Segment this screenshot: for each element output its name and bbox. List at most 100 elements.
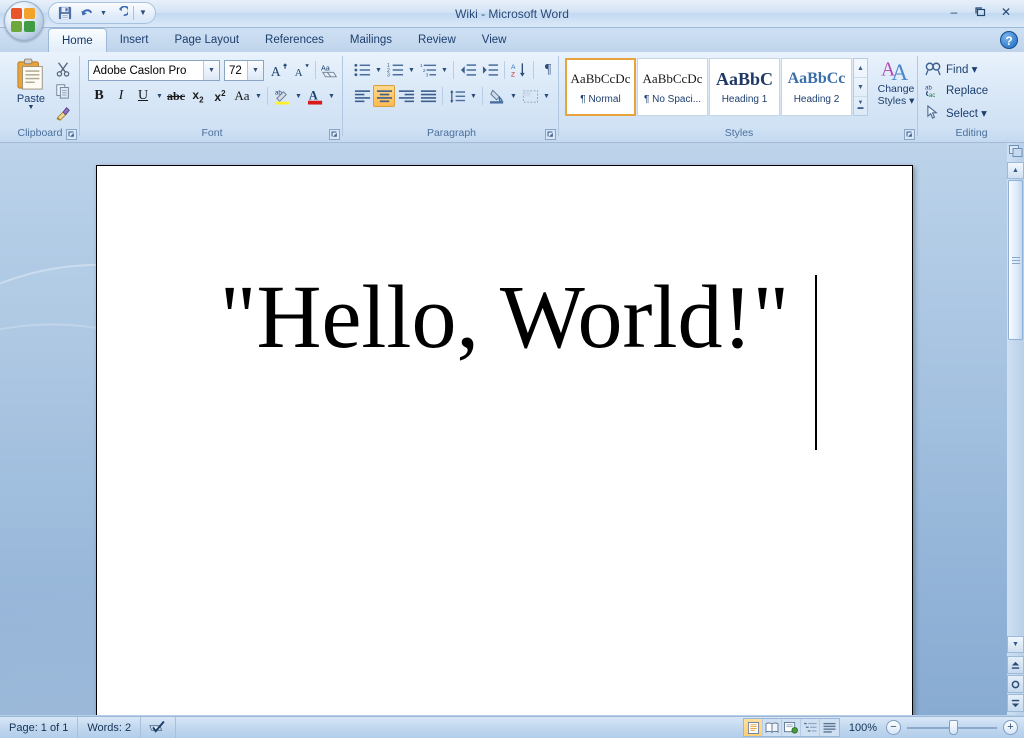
tab-page-layout[interactable]: Page Layout bbox=[161, 28, 252, 52]
multilevel-dropdown-icon[interactable]: ▼ bbox=[439, 59, 450, 81]
paragraph-dialog-launcher[interactable] bbox=[545, 129, 556, 140]
subscript-icon[interactable]: x2 bbox=[187, 85, 209, 107]
decrease-indent-icon[interactable] bbox=[457, 59, 479, 81]
previous-page-button[interactable] bbox=[1007, 656, 1024, 674]
font-color-dropdown-icon[interactable]: ▼ bbox=[326, 85, 337, 107]
numbering-dropdown-icon[interactable]: ▼ bbox=[406, 59, 417, 81]
help-button[interactable]: ? bbox=[1000, 31, 1018, 49]
grow-font-icon[interactable]: A bbox=[268, 59, 290, 81]
vertical-scrollbar[interactable]: ▲ ▼ bbox=[1007, 143, 1024, 715]
tab-review[interactable]: Review bbox=[405, 28, 469, 52]
document-text[interactable]: "Hello, World!" bbox=[97, 271, 912, 366]
zoom-slider-thumb[interactable] bbox=[949, 720, 958, 735]
font-size-input[interactable]: 72 ▼ bbox=[224, 60, 264, 81]
font-name-input[interactable]: Adobe Caslon Pro ▼ bbox=[88, 60, 220, 81]
text-highlight-color-icon[interactable]: ab bbox=[271, 85, 293, 107]
zoom-in-button[interactable]: + bbox=[1003, 720, 1018, 735]
style-normal[interactable]: AaBbCcDc ¶ Normal bbox=[565, 58, 636, 116]
numbering-icon[interactable]: 123 bbox=[384, 59, 406, 81]
scroll-down-button[interactable]: ▼ bbox=[1007, 636, 1024, 653]
bold-icon[interactable]: B bbox=[88, 85, 110, 107]
style-no-spacing[interactable]: AaBbCcDc ¶ No Spaci... bbox=[637, 58, 708, 116]
paste-button[interactable]: Paste ▼ bbox=[8, 58, 54, 118]
change-case-icon[interactable]: Aa bbox=[231, 85, 253, 107]
tab-view[interactable]: View bbox=[469, 28, 520, 52]
font-color-icon[interactable]: A bbox=[304, 85, 326, 107]
highlight-dropdown-icon[interactable]: ▼ bbox=[293, 85, 304, 107]
zoom-out-button[interactable]: − bbox=[886, 720, 901, 735]
zoom-slider[interactable] bbox=[907, 720, 997, 735]
italic-icon[interactable]: I bbox=[110, 85, 132, 107]
line-spacing-dropdown-icon[interactable]: ▼ bbox=[468, 85, 479, 107]
word-count[interactable]: Words: 2 bbox=[78, 717, 141, 738]
sort-icon[interactable]: AZ bbox=[508, 59, 530, 81]
customize-qat-icon[interactable]: ▼ bbox=[137, 4, 149, 22]
font-format-buttons: B I U ▼ abc x2 x2 Aa ▼ ab ▼ A bbox=[88, 85, 337, 107]
style-heading-2[interactable]: AaBbCc Heading 2 bbox=[781, 58, 852, 116]
web-layout-view-icon[interactable] bbox=[782, 719, 801, 736]
full-screen-reading-view-icon[interactable] bbox=[763, 719, 782, 736]
copy-icon[interactable] bbox=[52, 80, 74, 102]
tab-references[interactable]: References bbox=[252, 28, 337, 52]
redo-icon[interactable] bbox=[111, 4, 130, 22]
bullets-icon[interactable] bbox=[351, 59, 373, 81]
print-layout-view-icon[interactable] bbox=[744, 719, 763, 736]
increase-indent-icon[interactable] bbox=[479, 59, 501, 81]
format-painter-icon[interactable] bbox=[52, 102, 74, 124]
replace-button[interactable]: abac Replace bbox=[925, 80, 1015, 101]
change-styles-button[interactable]: A A Change Styles ▾ bbox=[874, 57, 918, 119]
find-button[interactable]: Find ▾ bbox=[925, 58, 1015, 79]
minimize-button[interactable]: – bbox=[942, 2, 966, 22]
draft-view-icon[interactable] bbox=[820, 719, 839, 736]
superscript-icon[interactable]: x2 bbox=[209, 85, 231, 107]
scrollbar-thumb[interactable] bbox=[1008, 180, 1023, 340]
bullets-dropdown-icon[interactable]: ▼ bbox=[373, 59, 384, 81]
styles-dialog-launcher[interactable] bbox=[904, 129, 915, 140]
multilevel-list-icon[interactable]: 123 bbox=[417, 59, 439, 81]
tab-mailings[interactable]: Mailings bbox=[337, 28, 405, 52]
borders-icon[interactable] bbox=[519, 85, 541, 107]
show-formatting-marks-icon[interactable]: ¶ bbox=[537, 59, 559, 81]
proofing-status-button[interactable] bbox=[141, 717, 176, 738]
document-page[interactable]: "Hello, World!" bbox=[96, 165, 913, 715]
undo-icon[interactable] bbox=[77, 4, 96, 22]
cut-icon[interactable] bbox=[52, 58, 74, 80]
strikethrough-icon[interactable]: abc bbox=[165, 85, 187, 107]
office-button[interactable] bbox=[4, 1, 44, 41]
undo-dropdown-icon[interactable]: ▼ bbox=[99, 4, 108, 22]
style-heading-1[interactable]: AaBbC Heading 1 bbox=[709, 58, 780, 116]
underline-icon[interactable]: U bbox=[132, 85, 154, 107]
styles-more-button[interactable]: ▼▬ bbox=[854, 97, 867, 115]
restore-button[interactable] bbox=[968, 2, 992, 22]
justify-icon[interactable] bbox=[417, 85, 439, 107]
select-button[interactable]: Select ▾ bbox=[925, 102, 1015, 123]
save-icon[interactable] bbox=[55, 4, 74, 22]
align-left-icon[interactable] bbox=[351, 85, 373, 107]
page-indicator[interactable]: Page: 1 of 1 bbox=[0, 717, 78, 738]
tab-insert[interactable]: Insert bbox=[107, 28, 162, 52]
font-dialog-launcher[interactable] bbox=[329, 129, 340, 140]
zoom-level[interactable]: 100% bbox=[846, 722, 880, 734]
styles-scroll-down-button[interactable]: ▼ bbox=[854, 78, 867, 97]
shading-dropdown-icon[interactable]: ▼ bbox=[508, 85, 519, 107]
scroll-up-button[interactable]: ▲ bbox=[1007, 162, 1024, 179]
close-button[interactable]: ✕ bbox=[994, 2, 1018, 22]
clear-formatting-icon[interactable]: Aa bbox=[319, 59, 341, 81]
clipboard-dialog-launcher[interactable] bbox=[66, 129, 77, 140]
next-page-button[interactable] bbox=[1007, 694, 1024, 712]
font-name-dropdown-icon[interactable]: ▼ bbox=[203, 61, 219, 80]
tab-home[interactable]: Home bbox=[48, 28, 107, 52]
outline-view-icon[interactable] bbox=[801, 719, 820, 736]
styles-scroll-up-button[interactable]: ▲ bbox=[854, 59, 867, 78]
shading-icon[interactable] bbox=[486, 85, 508, 107]
font-size-dropdown-icon[interactable]: ▼ bbox=[247, 61, 263, 80]
line-spacing-icon[interactable] bbox=[446, 85, 468, 107]
underline-dropdown-icon[interactable]: ▼ bbox=[154, 85, 165, 107]
split-window-handle[interactable] bbox=[1007, 143, 1024, 160]
shrink-font-icon[interactable]: A bbox=[290, 59, 312, 81]
align-center-icon[interactable] bbox=[373, 85, 395, 107]
align-right-icon[interactable] bbox=[395, 85, 417, 107]
select-browse-object-button[interactable] bbox=[1007, 675, 1024, 693]
borders-dropdown-icon[interactable]: ▼ bbox=[541, 85, 552, 107]
change-case-dropdown-icon[interactable]: ▼ bbox=[253, 85, 264, 107]
